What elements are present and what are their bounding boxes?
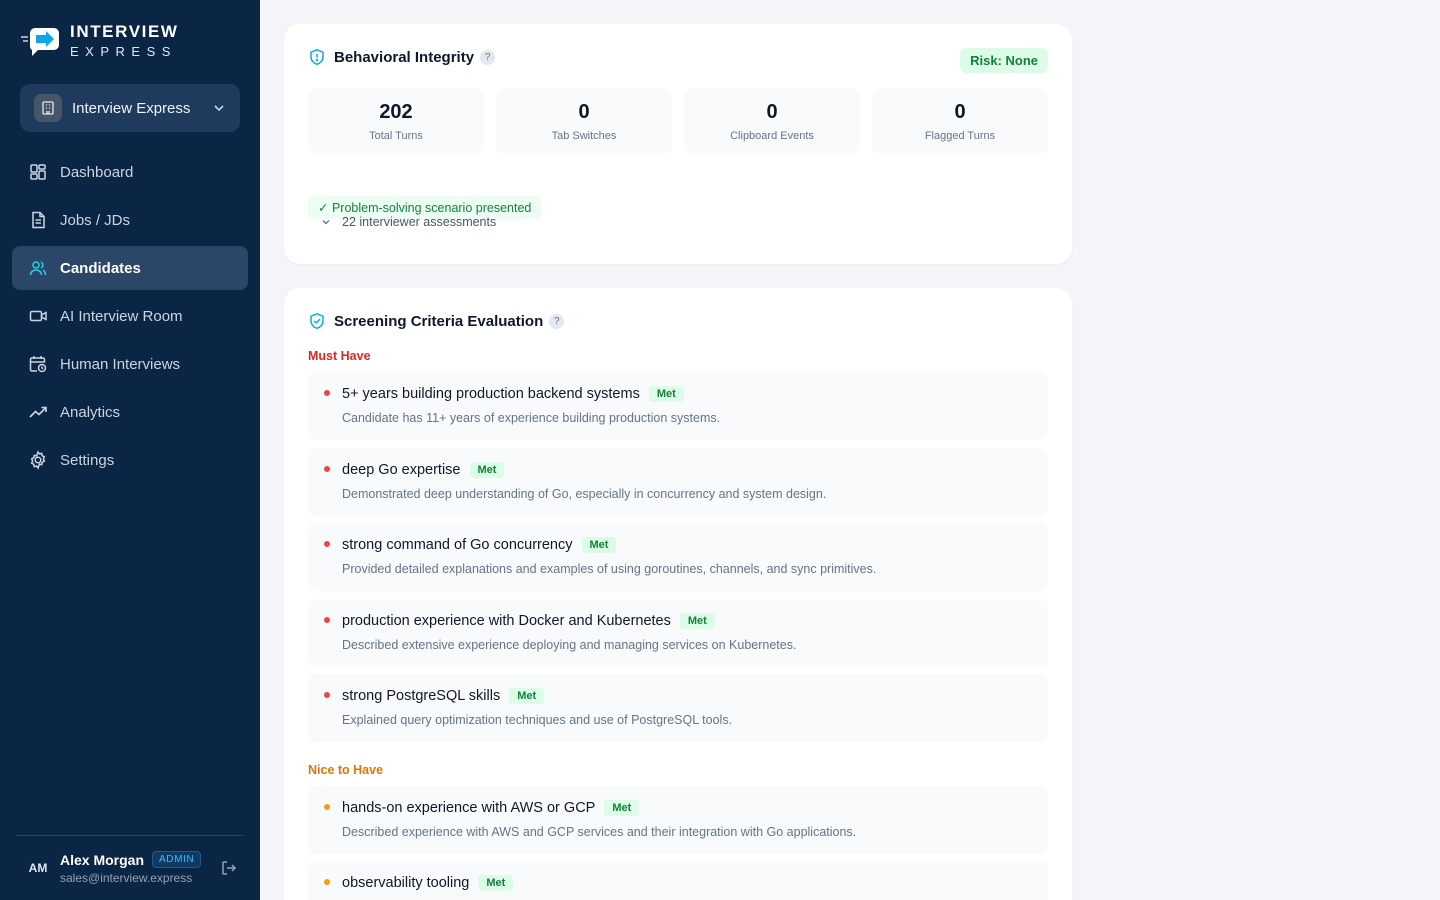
criterion-item: observability tooling Met xyxy=(308,861,1048,900)
criterion-title: 5+ years building production backend sys… xyxy=(342,386,640,402)
nice-to-have-label: Nice to Have xyxy=(308,763,384,777)
priority-dot xyxy=(324,617,330,623)
criterion-description: Provided detailed explanations and examp… xyxy=(342,562,877,576)
stat-value: 0 xyxy=(954,101,966,123)
users-icon xyxy=(28,258,48,278)
criterion-item: hands-on experience with AWS or GCP Met … xyxy=(308,786,1048,854)
stat-total-turns: 202 Total Turns xyxy=(308,88,484,155)
stat-value: 0 xyxy=(578,101,590,123)
criterion-item: deep Go expertise Met Demonstrated deep … xyxy=(308,448,1048,516)
nav-label: Dashboard xyxy=(60,163,134,181)
nav-label: Settings xyxy=(60,451,115,469)
trending-up-icon xyxy=(28,402,48,422)
role-badge: ADMIN xyxy=(152,851,202,868)
help-icon[interactable]: ? xyxy=(549,313,565,329)
criterion-item: 5+ years building production backend sys… xyxy=(308,372,1048,440)
status-badge: Met xyxy=(604,800,640,816)
grid-icon xyxy=(28,162,48,182)
org-label: Interview Express xyxy=(72,99,191,117)
risk-badge: Risk: None xyxy=(960,48,1048,73)
stat-clipboard-events: 0 Clipboard Events xyxy=(684,88,860,155)
criterion-description: Described experience with AWS and GCP se… xyxy=(342,825,857,839)
integrity-stats: 202 Total Turns 0 Tab Switches 0 Clipboa… xyxy=(308,88,1048,155)
status-badge: Met xyxy=(478,875,514,891)
criterion-item: strong PostgreSQL skills Met Explained q… xyxy=(308,674,1048,742)
criterion-item: production experience with Docker and Ku… xyxy=(308,599,1048,667)
criterion-description: Explained query optimization techniques … xyxy=(342,713,733,727)
assessments-toggle[interactable]: 22 interviewer assessments xyxy=(320,215,496,229)
avatar[interactable]: AM xyxy=(22,852,54,884)
stat-tab-switches: 0 Tab Switches xyxy=(496,88,672,155)
screening-criteria-card: Screening Criteria Evaluation ? Must Hav… xyxy=(284,288,1072,900)
priority-dot xyxy=(324,804,330,810)
stat-flagged-turns: 0 Flagged Turns xyxy=(872,88,1048,155)
priority-dot xyxy=(324,541,330,547)
priority-dot xyxy=(324,692,330,698)
stat-label: Total Turns xyxy=(369,130,423,142)
priority-dot xyxy=(324,390,330,396)
status-badge: Met xyxy=(581,537,617,553)
criterion-description: Candidate has 11+ years of experience bu… xyxy=(342,411,721,425)
chevron-down-icon xyxy=(322,220,330,225)
nav-item-jobs[interactable]: Jobs / JDs xyxy=(12,198,248,242)
nav-label: Jobs / JDs xyxy=(60,211,131,229)
user-name: Alex Morgan xyxy=(60,851,145,868)
stat-label: Tab Switches xyxy=(551,130,617,142)
brand-name: INTERVIEW xyxy=(70,21,179,41)
card-title: Behavioral Integrity xyxy=(334,48,475,66)
nav-label: AI Interview Room xyxy=(60,307,183,325)
status-badge: Met xyxy=(679,613,715,629)
status-badge: Met xyxy=(648,386,684,402)
priority-dot xyxy=(324,879,330,885)
chevron-down-icon xyxy=(214,105,224,112)
nav-item-ai-interview-room[interactable]: AI Interview Room xyxy=(12,294,248,338)
main-nav: Dashboard Jobs / JDs Candidates AI Inter… xyxy=(12,150,248,486)
behavioral-integrity-card: Behavioral Integrity ? Risk: None 202 To… xyxy=(284,24,1072,264)
nav-item-settings[interactable]: Settings xyxy=(12,438,248,482)
nav-item-candidates[interactable]: Candidates xyxy=(12,246,248,290)
criterion-title: observability tooling xyxy=(342,875,470,891)
nav-label: Analytics xyxy=(60,403,121,421)
nav-label: Candidates xyxy=(60,259,141,277)
help-icon[interactable]: ? xyxy=(480,49,496,65)
stat-value: 0 xyxy=(766,101,778,123)
logo-icon xyxy=(20,22,60,58)
calendar-clock-icon xyxy=(28,354,48,374)
nav-item-human-interviews[interactable]: Human Interviews xyxy=(12,342,248,386)
status-badge: Met xyxy=(509,688,545,704)
user-email: sales@interview.express xyxy=(60,871,193,885)
nav-item-analytics[interactable]: Analytics xyxy=(12,390,248,434)
criterion-item: strong command of Go concurrency Met Pro… xyxy=(308,523,1048,591)
priority-dot xyxy=(324,466,330,472)
criterion-title: hands-on experience with AWS or GCP xyxy=(342,800,596,816)
shield-icon xyxy=(310,48,324,66)
gear-icon xyxy=(28,450,48,470)
sidebar: INTERVIEW EXPRESS Interview Express Dash… xyxy=(0,0,260,900)
card-title: Screening Criteria Evaluation xyxy=(334,312,544,330)
assessments-label: 22 interviewer assessments xyxy=(342,215,497,229)
nav-item-dashboard[interactable]: Dashboard xyxy=(12,150,248,194)
document-icon xyxy=(28,210,48,230)
status-badge: Met xyxy=(469,462,505,478)
criterion-title: deep Go expertise xyxy=(342,462,461,478)
org-switcher[interactable]: Interview Express xyxy=(20,84,240,132)
brand-subtitle: EXPRESS xyxy=(70,43,177,59)
criterion-description: Demonstrated deep understanding of Go, e… xyxy=(342,487,827,501)
stat-label: Clipboard Events xyxy=(730,130,814,142)
shield-check-icon xyxy=(310,312,324,330)
nav-label: Human Interviews xyxy=(60,355,181,373)
building-icon xyxy=(34,94,62,122)
criterion-description: Described extensive experience deploying… xyxy=(342,638,797,652)
criterion-title: production experience with Docker and Ku… xyxy=(342,613,671,629)
brand[interactable]: INTERVIEW EXPRESS xyxy=(20,22,179,58)
criterion-title: strong PostgreSQL skills xyxy=(342,688,501,704)
criterion-title: strong command of Go concurrency xyxy=(342,537,573,553)
stat-value: 202 xyxy=(379,101,413,123)
stat-label: Flagged Turns xyxy=(924,130,996,142)
must-have-label: Must Have xyxy=(308,349,371,363)
logout-icon[interactable] xyxy=(220,859,238,877)
video-icon xyxy=(28,306,48,326)
user-profile: AM Alex Morgan ADMIN sales@interview.exp… xyxy=(16,835,244,900)
